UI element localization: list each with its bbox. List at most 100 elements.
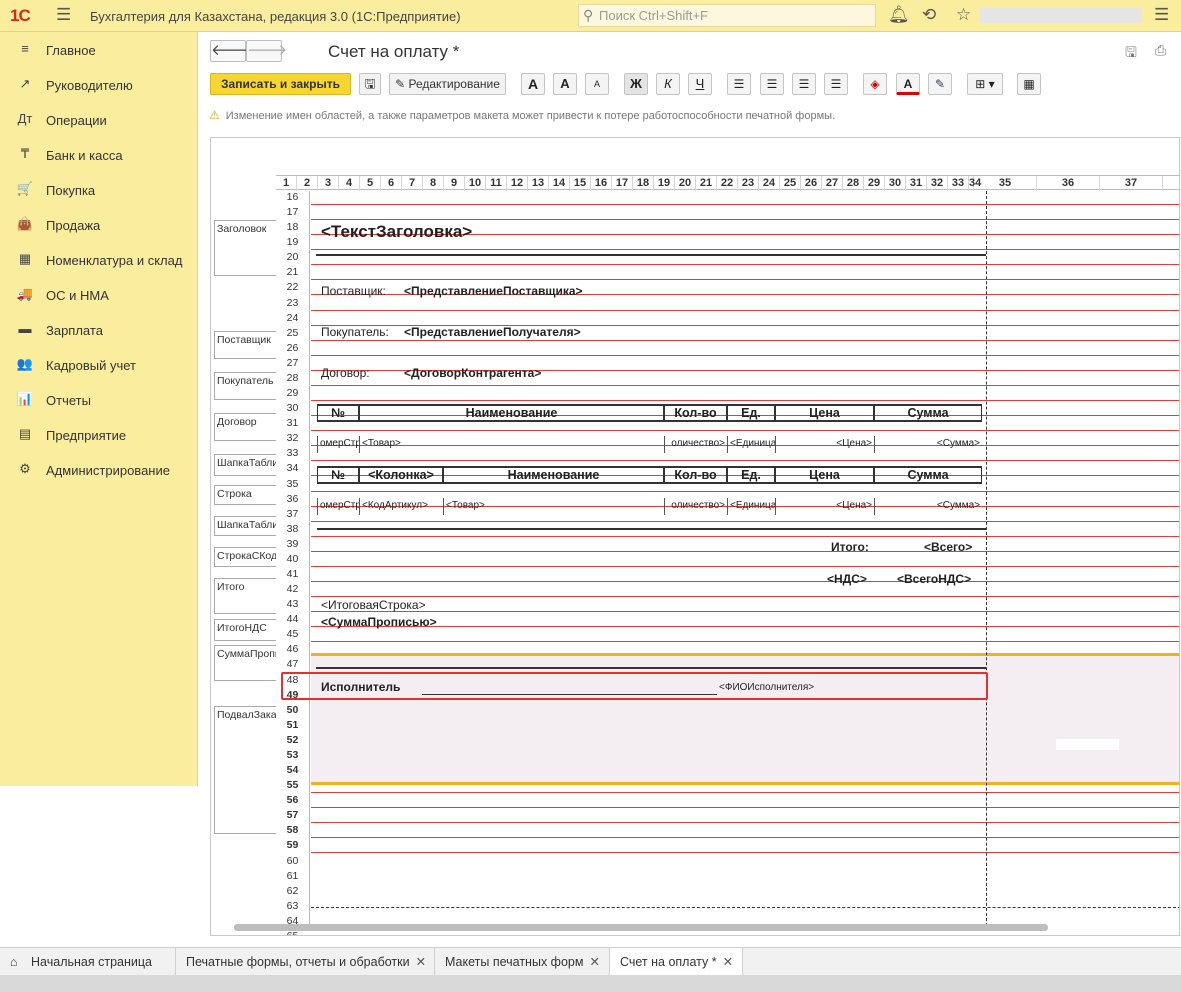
grid-icon[interactable]: ▦ — [1017, 73, 1041, 95]
sidebar-item[interactable]: 📊 Отчеты — [0, 384, 198, 416]
area-label[interactable]: ШапкаТаблицы — [214, 516, 276, 536]
table-row-cell[interactable]: <Цена> — [775, 498, 874, 515]
sidebar-item[interactable]: ≡ Главное — [0, 34, 198, 66]
area-label[interactable]: Покупатель — [214, 372, 276, 400]
save-and-close-button[interactable]: Записать и закрыть — [210, 73, 351, 95]
table-header-cell[interactable]: Цена — [775, 466, 874, 484]
table-row-cell[interactable]: <Товар> — [359, 436, 664, 453]
spreadsheet[interactable]: 1 2 3 4 5 6 7 8 9 10 11 12 13 14 15 16 17 18 19 20 21 22 23 24 2… — [210, 137, 1180, 936]
vat-label[interactable]: <НДС> — [827, 572, 867, 586]
total-line-cell[interactable]: <ИтоговаяСтрока> — [321, 598, 426, 612]
area-label[interactable]: Поставщик — [214, 331, 276, 359]
area-label[interactable]: ИтогоНДС — [214, 619, 276, 641]
forward-button[interactable]: 🡒 — [246, 40, 287, 62]
table-header-cell[interactable]: № — [317, 404, 359, 422]
table-header-cell[interactable]: Сумма — [874, 404, 982, 422]
table-header-cell[interactable]: Кол-во — [664, 466, 727, 484]
contract-label[interactable]: Договор: — [321, 366, 370, 380]
supplier-label[interactable]: Поставщик: — [321, 284, 386, 298]
area-label[interactable]: Итого — [214, 578, 276, 614]
main-menu-icon[interactable]: ☰ — [56, 6, 71, 24]
table-header-cell[interactable]: Ед. — [727, 404, 775, 422]
vat-value[interactable]: <ВсегоНДС> — [897, 572, 971, 586]
font-decrease-button[interactable]: A — [585, 73, 609, 95]
align-right-icon[interactable]: ☰ — [792, 73, 816, 95]
align-left-icon[interactable]: ☰ — [727, 73, 751, 95]
table-row-cell[interactable]: <Единица — [727, 436, 775, 453]
table-header-cell[interactable]: Цена — [775, 404, 874, 422]
table-header-cell[interactable]: Ед. — [727, 466, 775, 484]
edit-mode-button[interactable]: ✎ Редактирование — [389, 73, 506, 95]
write-button[interactable]: 🖫 — [359, 73, 381, 95]
area-label[interactable]: Заголовок — [214, 220, 276, 276]
align-center-icon[interactable]: ☰ — [760, 73, 784, 95]
table-header-cell[interactable]: Кол-во — [664, 404, 727, 422]
area-label[interactable]: ШапкаТаблицы — [214, 454, 276, 476]
star-icon[interactable]: ☆ — [956, 5, 971, 25]
table-row-cell[interactable]: оличество> — [664, 436, 727, 453]
table-row-cell[interactable]: омерСтро — [317, 436, 359, 453]
tab-invoice[interactable]: Счет на оплату * ✕ — [610, 948, 743, 977]
sidebar-item[interactable]: ⚙ Администрирование — [0, 454, 198, 486]
header-text-cell[interactable]: <ТекстЗаголовка> — [321, 222, 472, 242]
settings-menu-icon[interactable]: ☰ — [1154, 5, 1169, 25]
table-row-cell[interactable]: <Цена> — [775, 436, 874, 453]
close-icon[interactable]: ✕ — [589, 955, 599, 969]
align-justify-icon[interactable]: ☰ — [824, 73, 848, 95]
tab-print-forms[interactable]: Печатные формы, отчеты и обработки ✕ — [176, 948, 435, 976]
contract-value[interactable]: <ДоговорКонтрагента> — [404, 366, 541, 380]
table-row-cell[interactable]: <Сумма> — [874, 436, 982, 453]
table-header-cell[interactable]: Наименование — [359, 404, 664, 422]
sidebar-item[interactable]: ▬ Зарплата — [0, 314, 198, 346]
table-header-cell[interactable]: Наименование — [443, 466, 664, 484]
selection-highlight[interactable] — [281, 672, 988, 700]
bold-button[interactable]: Ж — [624, 73, 648, 95]
sidebar-item[interactable]: ₸ Банк и касса — [0, 139, 198, 171]
buyer-value[interactable]: <ПредставлениеПолучателя> — [404, 325, 581, 339]
history-icon[interactable]: ⟲ — [922, 5, 936, 25]
fill-color-icon[interactable]: ◈ — [863, 73, 887, 95]
sidebar-item[interactable]: 🚚 ОС и НМА — [0, 279, 198, 311]
table-header-cell[interactable]: № — [317, 466, 359, 484]
area-label[interactable]: СтрокаСКодом — [214, 547, 276, 567]
print-icon[interactable]: ⎙ — [1155, 42, 1166, 59]
back-button[interactable]: 🡐 — [210, 40, 251, 62]
sidebar-item[interactable]: 👥 Кадровый учет — [0, 349, 198, 381]
supplier-value[interactable]: <ПредставлениеПоставщика> — [404, 284, 583, 298]
area-label[interactable]: Строка — [214, 485, 276, 505]
amount-in-words-cell[interactable]: <СуммаПрописью> — [321, 615, 437, 629]
table-row-cell[interactable]: <Единица — [727, 498, 775, 515]
font-increase-button[interactable]: A — [553, 73, 577, 95]
sidebar-item[interactable]: Дт Операции — [0, 104, 198, 136]
area-label[interactable]: Договор — [214, 413, 276, 441]
close-icon[interactable]: ✕ — [723, 955, 733, 969]
bell-icon[interactable]: 🔔︎ — [888, 5, 910, 25]
total-value[interactable]: <Всего> — [924, 540, 972, 554]
area-label[interactable]: ПодвалЗаказа — [214, 706, 276, 834]
sidebar-item[interactable]: ↗ Руководителю — [0, 69, 198, 101]
table-row-cell[interactable]: омерСтро — [317, 498, 359, 515]
close-icon[interactable]: ✕ — [416, 955, 426, 969]
table-row-cell[interactable]: оличество> — [664, 498, 727, 515]
sidebar-item[interactable]: 👜 Продажа — [0, 209, 198, 241]
save-icon[interactable]: 🖫 — [1125, 42, 1137, 66]
tab-home[interactable]: ⌂ Начальная страница — [0, 948, 176, 976]
area-label[interactable]: СуммаПрописью — [214, 645, 276, 681]
sidebar-item[interactable]: ▤ Предприятие — [0, 419, 198, 451]
sidebar-item[interactable]: ▦ Номенклатура и склад — [0, 244, 198, 276]
sidebar-item[interactable]: 🛒 Покупка — [0, 174, 198, 206]
table-row-cell[interactable]: <Сумма> — [874, 498, 982, 515]
font-button[interactable]: A — [521, 73, 545, 95]
borders-dropdown-icon[interactable]: ⊞ ▾ — [967, 73, 1003, 95]
table-header-cell[interactable]: <Колонка> — [359, 466, 443, 484]
border-color-icon[interactable]: ✎ — [928, 73, 952, 95]
search-input[interactable]: ⚲ Поиск Ctrl+Shift+F — [578, 4, 876, 27]
tab-print-layouts[interactable]: Макеты печатных форм ✕ — [435, 948, 610, 976]
table-row-cell[interactable]: <КодАртикул> — [359, 498, 443, 515]
text-color-icon[interactable]: A — [896, 73, 920, 95]
underline-button[interactable]: Ч — [688, 73, 712, 95]
table-row-cell[interactable]: <Товар> — [443, 498, 664, 515]
buyer-label[interactable]: Покупатель: — [321, 325, 389, 339]
italic-button[interactable]: К — [656, 73, 680, 95]
horizontal-scrollbar[interactable] — [234, 924, 1048, 931]
